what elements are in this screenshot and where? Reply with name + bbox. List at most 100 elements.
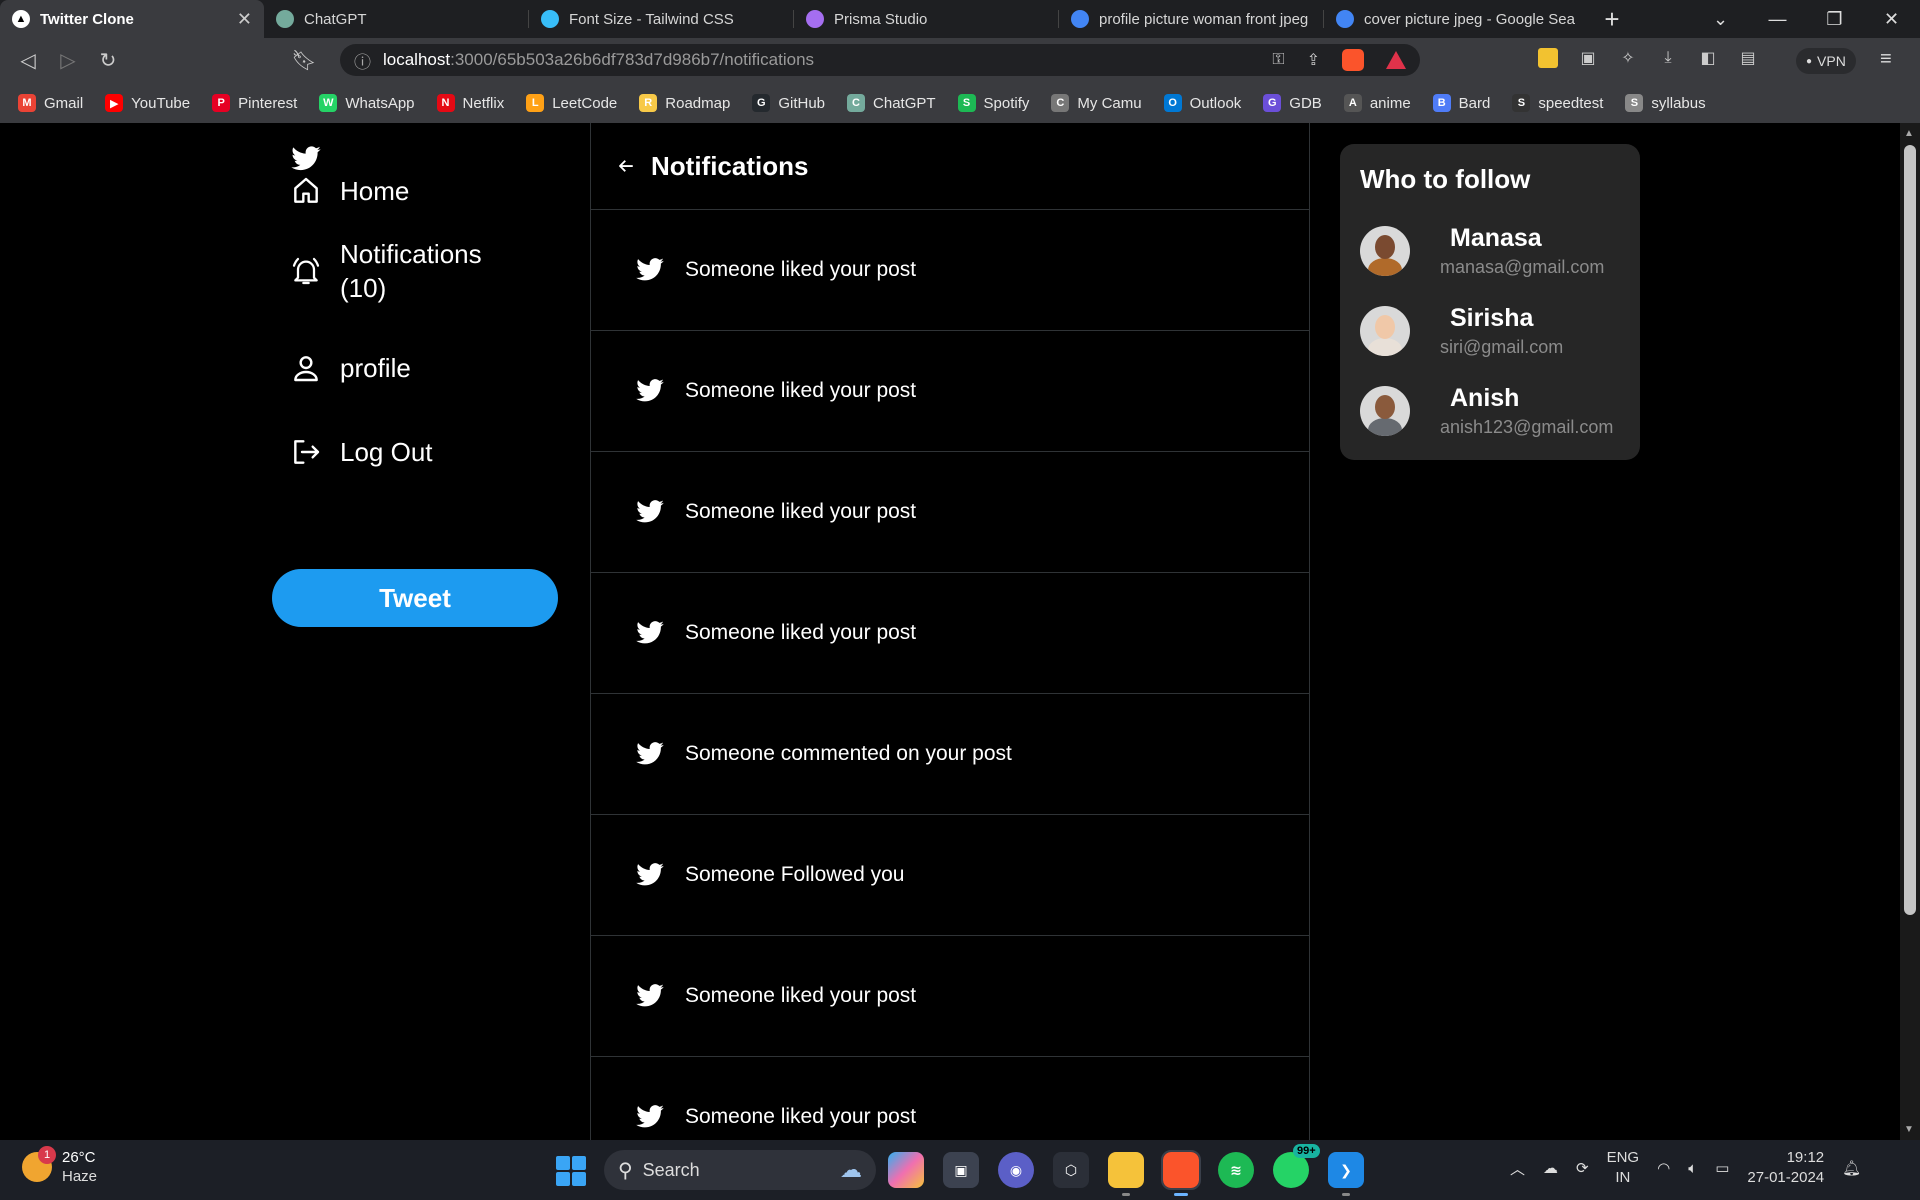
bookmark-item[interactable]: C My Camu [1051, 94, 1142, 112]
bookmark-item[interactable]: G GDB [1263, 94, 1322, 112]
bookmark-item[interactable]: B Bard [1432, 94, 1490, 112]
bookmark-item[interactable]: O Outlook [1163, 94, 1241, 112]
bookmark-item[interactable]: ▶ YouTube [105, 94, 190, 112]
scrollbar-thumb[interactable] [1904, 145, 1916, 915]
follow-suggestion[interactable]: Anish anish123@gmail.com [1360, 371, 1620, 451]
file-explorer-icon[interactable] [1108, 1152, 1144, 1196]
teams-chat-icon[interactable]: ◉ [998, 1152, 1034, 1188]
extensions-puzzle-icon[interactable]: ✧ [1618, 48, 1638, 68]
onedrive-icon[interactable]: ☁ [1543, 1159, 1558, 1177]
bookmark-item[interactable]: S Spotify [957, 94, 1029, 112]
bookmark-item[interactable]: Aanime [1343, 94, 1411, 112]
notification-item[interactable]: Someone liked your post [591, 936, 1309, 1057]
wifi-icon[interactable]: ◠ [1657, 1159, 1670, 1177]
bookmark-item[interactable]: P Pinterest [212, 94, 297, 112]
settings-app-icon[interactable]: ⬡ [1053, 1152, 1089, 1188]
minimize-button[interactable]: — [1749, 0, 1806, 38]
clock[interactable]: 19:12 27-01-2024 [1747, 1148, 1824, 1188]
notification-item[interactable]: Someone liked your post [591, 210, 1309, 331]
scroll-up-arrow-icon[interactable]: ▲ [1904, 128, 1914, 139]
avatar[interactable] [1360, 386, 1410, 436]
whatsapp-app-icon[interactable]: 99+ [1273, 1144, 1320, 1188]
start-button[interactable] [556, 1156, 586, 1186]
back-arrow-icon[interactable] [617, 157, 635, 175]
sync-icon[interactable]: ⟳ [1576, 1159, 1589, 1177]
browser-tab[interactable]: Font Size - Tailwind CSS [529, 0, 793, 38]
nav-profile[interactable]: profile [290, 352, 411, 384]
spotify-app-icon[interactable]: ≋ [1218, 1152, 1254, 1188]
browser-tab[interactable]: profile picture woman front jpeg [1059, 0, 1323, 38]
nav-home[interactable]: Home [290, 175, 409, 207]
new-tab-button[interactable]: + [1588, 0, 1636, 38]
show-hidden-icons-chevron-icon[interactable]: ︿ [1510, 1158, 1525, 1179]
browser-tab[interactable]: Prisma Studio [794, 0, 1058, 38]
notification-item[interactable]: Someone liked your post [591, 1057, 1309, 1140]
tweet-button[interactable]: Tweet [272, 569, 558, 627]
volume-icon[interactable]: 🔈︎ [1688, 1160, 1697, 1177]
task-view-icon[interactable]: ▣ [943, 1152, 979, 1188]
bookmark-label: anime [1369, 94, 1411, 112]
follow-suggestion[interactable]: Manasa manasa@gmail.com [1360, 211, 1620, 291]
nav-logout[interactable]: Log Out [290, 436, 433, 468]
address-bar[interactable]: ⓘ localhost:3000/65b503a26b6df783d7d986b… [340, 44, 1420, 76]
browser-tab[interactable]: cover picture jpeg - Google Sear [1324, 0, 1588, 38]
address-bar-icons: ⚿ ⇪ [1272, 49, 1406, 71]
forward-button[interactable]: ▷ [48, 41, 88, 81]
window-controls: ⌄ — ❐ ✕ [1692, 0, 1920, 38]
brave-shields-icon[interactable] [1342, 49, 1364, 71]
browser-tab[interactable]: ▲ Twitter Clone ✕ [0, 0, 264, 38]
notification-item[interactable]: Someone liked your post [591, 573, 1309, 694]
notification-item[interactable]: Someone liked your post [591, 452, 1309, 573]
bookmark-favicon-icon: L [526, 94, 545, 112]
copilot-app-icon[interactable] [888, 1152, 924, 1188]
avatar[interactable] [1360, 226, 1410, 276]
notification-bell-icon[interactable]: 🔔︎ [1842, 1159, 1861, 1177]
avatar[interactable] [1360, 306, 1410, 356]
notification-item[interactable]: Someone liked your post [591, 331, 1309, 452]
vscode-app-icon[interactable]: ❯ [1328, 1152, 1364, 1196]
weather-widget[interactable]: 1 26°C Haze [22, 1146, 97, 1186]
bookmark-item[interactable]: G GitHub [752, 94, 825, 112]
bookmark-item[interactable]: W WhatsApp [319, 94, 415, 112]
scroll-down-arrow-icon[interactable]: ▼ [1904, 1124, 1914, 1135]
brave-browser-icon[interactable] [1161, 1150, 1201, 1196]
bookmark-icon[interactable]: 🔖︎ [284, 41, 324, 81]
tab-title: cover picture jpeg - Google Sear [1364, 10, 1576, 28]
battery-icon[interactable]: ▭ [1715, 1159, 1729, 1177]
brave-rewards-icon[interactable] [1386, 51, 1406, 69]
tab-title: Twitter Clone [40, 10, 134, 28]
wallet-icon[interactable]: ▤ [1738, 48, 1758, 68]
notification-item[interactable]: Someone Followed you [591, 815, 1309, 936]
bookmark-item[interactable]: Ssyllabus [1625, 94, 1706, 112]
menu-icon[interactable]: ≡ [1880, 48, 1892, 71]
bookmark-item[interactable]: R Roadmap [639, 94, 730, 112]
bookmark-item[interactable]: C ChatGPT [847, 94, 936, 112]
notification-item[interactable]: Someone commented on your post [591, 694, 1309, 815]
site-info-icon[interactable]: ⓘ [354, 48, 371, 73]
media-icon[interactable]: ▣ [1578, 48, 1598, 68]
page-scrollbar[interactable]: ▲ ▼ [1900, 123, 1920, 1140]
sidebar-toggle-icon[interactable]: ◧ [1698, 48, 1718, 68]
close-window-button[interactable]: ✕ [1863, 0, 1920, 38]
input-language[interactable]: ENG IN [1607, 1148, 1640, 1188]
vpn-button[interactable]: ● VPN [1796, 48, 1856, 74]
tab-search-icon[interactable]: ⌄ [1692, 0, 1749, 38]
download-icon[interactable]: ⤓ [1658, 48, 1678, 68]
wallet-extension-icon[interactable] [1538, 48, 1558, 68]
close-tab-icon[interactable]: ✕ [237, 9, 252, 30]
maximize-button[interactable]: ❐ [1806, 0, 1863, 38]
nav-notifications[interactable]: Notifications (10) [290, 237, 490, 305]
reload-button[interactable]: ↻ [88, 41, 128, 81]
bookmark-item[interactable]: L LeetCode [526, 94, 617, 112]
key-icon[interactable]: ⚿ [1272, 51, 1284, 69]
twitter-logo-icon[interactable] [290, 143, 322, 175]
bookmark-item[interactable]: N Netflix [436, 94, 504, 112]
back-button[interactable]: ◁ [8, 41, 48, 81]
share-icon[interactable]: ⇪ [1307, 50, 1320, 70]
bookmark-label: Pinterest [238, 94, 298, 112]
bookmark-item[interactable]: Sspeedtest [1512, 94, 1603, 112]
browser-tab[interactable]: ChatGPT [264, 0, 528, 38]
follow-suggestion[interactable]: Sirisha siri@gmail.com [1360, 291, 1620, 371]
taskbar-search[interactable]: ⚲ Search ☁ [604, 1150, 876, 1190]
bookmark-item[interactable]: M Gmail [18, 94, 83, 112]
